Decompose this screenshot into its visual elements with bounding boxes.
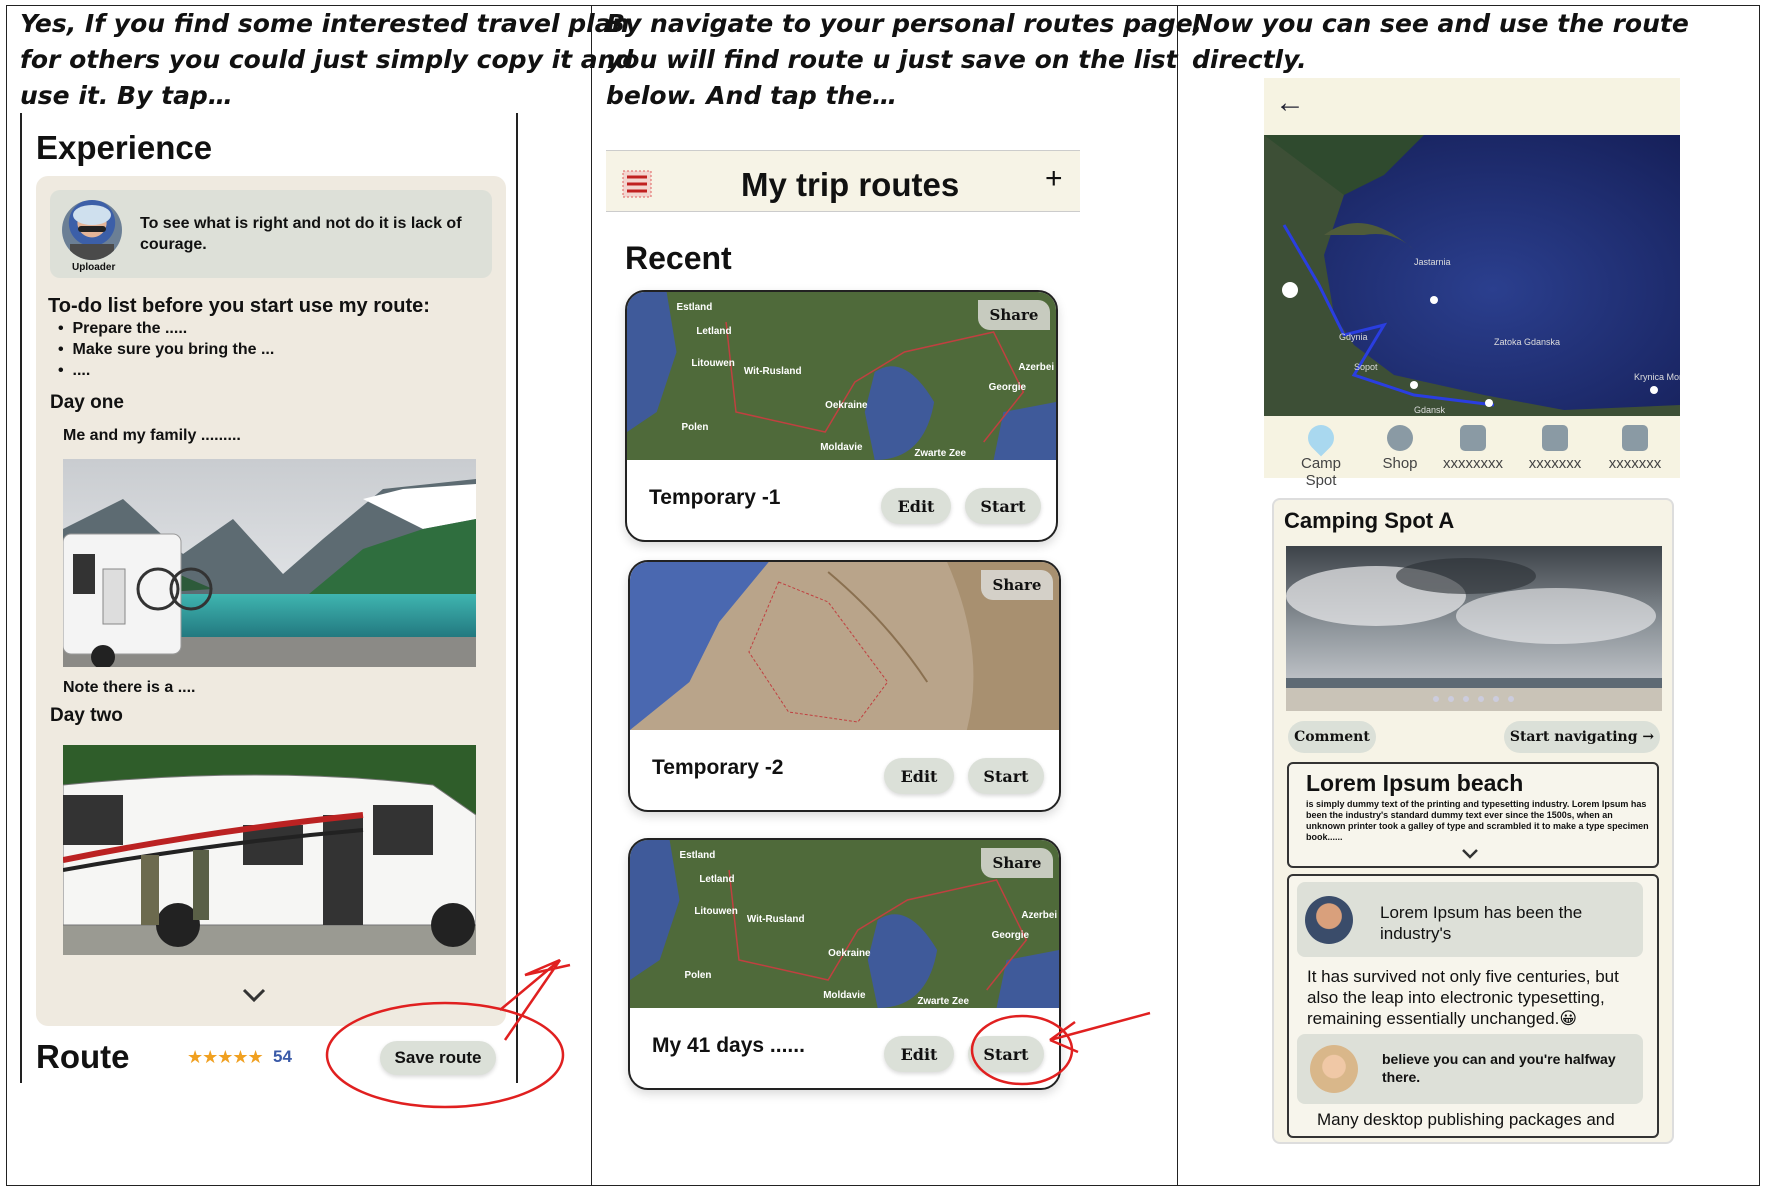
share-button[interactable]: Share [981, 570, 1053, 600]
quote-text: To see what is right and not do it is la… [140, 215, 462, 253]
svg-text:Zatoka Gdanska: Zatoka Gdanska [1494, 337, 1560, 347]
rv-photo [63, 745, 476, 955]
svg-text:Polen: Polen [681, 422, 708, 433]
todo-item: • Make sure you bring the ... [58, 341, 275, 358]
svg-text:Krynica Morska: Krynica Morska [1634, 372, 1680, 382]
comment-text: Many desktop publishing packages and [1317, 1110, 1615, 1129]
svg-text:Zwarte Zee: Zwarte Zee [914, 448, 966, 459]
svg-text:Azerbei: Azerbei [1021, 910, 1057, 921]
start-button[interactable]: Start [965, 488, 1041, 524]
svg-text:Polen: Polen [684, 970, 711, 981]
todo-item: • Prepare the ..... [58, 320, 188, 337]
day-one-text: Me and my family ......... [63, 427, 241, 444]
comment-body: It has survived not only five centuries,… [1307, 967, 1619, 1028]
commenter-avatar[interactable] [1305, 896, 1353, 944]
poi-tab[interactable]: xxxxxxxx [1436, 425, 1510, 472]
beach-photo[interactable] [1286, 546, 1662, 711]
svg-text:Sopot: Sopot [1354, 362, 1378, 372]
svg-text:Jastarnia: Jastarnia [1414, 257, 1451, 267]
comment-text: Lorem Ipsum has been the industry's [1380, 903, 1583, 943]
svg-text:Wit-Rusland: Wit-Rusland [744, 366, 802, 377]
svg-text:Moldavie: Moldavie [820, 442, 863, 453]
shop-icon [1387, 425, 1413, 451]
category-icon [1622, 425, 1648, 451]
svg-text:Azerbei: Azerbei [1018, 362, 1054, 373]
beach-title: Lorem Ipsum beach [1306, 770, 1524, 796]
page-title: My trip routes [741, 166, 960, 203]
rating-stars: ★★★★★ [187, 1047, 264, 1067]
svg-text:Gdansk: Gdansk [1414, 405, 1446, 415]
todo-heading: To-do list before you start use my route… [48, 295, 430, 317]
route-map[interactable]: Jastarnia Gdynia Sopot Gdansk Zatoka Gdanska… [1264, 135, 1680, 416]
poi-tab-camp-spot[interactable]: Camp Spot [1286, 419, 1356, 489]
share-button[interactable]: Share [978, 300, 1050, 330]
svg-text:Georgie: Georgie [989, 382, 1027, 393]
back-arrow-icon[interactable]: ← [1275, 86, 1305, 120]
rating-count: 54 [273, 1047, 292, 1066]
route-name: Temporary -2 [652, 756, 784, 779]
poi-tab-shop[interactable]: Shop [1365, 425, 1435, 472]
svg-text:Zwarte Zee: Zwarte Zee [917, 996, 969, 1007]
uploader-label: Uploader [72, 262, 116, 273]
category-icon [1542, 425, 1568, 451]
svg-text:Oekraine: Oekraine [828, 948, 871, 959]
start-button[interactable]: Start [968, 1036, 1044, 1072]
camper-lake-photo [63, 459, 476, 667]
edit-button[interactable]: Edit [884, 758, 954, 794]
route-label: Route [36, 1038, 130, 1075]
note-text: Note there is a .... [63, 679, 196, 696]
start-button[interactable]: Start [968, 758, 1044, 794]
svg-text:Litouwen: Litouwen [694, 906, 737, 917]
caption-col3: Now you can see and use the route direct… [1192, 9, 1689, 74]
comment-button[interactable]: Comment [1288, 721, 1376, 753]
svg-text:Letland: Letland [696, 326, 731, 337]
svg-text:Litouwen: Litouwen [691, 358, 734, 369]
svg-text:Georgie: Georgie [992, 930, 1030, 941]
todo-item: • .... [58, 362, 91, 379]
menu-icon[interactable] [622, 170, 652, 198]
beach-description: is simply dummy text of the printing and… [1306, 799, 1649, 842]
route-name: My 41 days ...... [652, 1034, 805, 1057]
route-name: Temporary -1 [649, 486, 781, 509]
poi-tab[interactable]: xxxxxxx [1520, 425, 1590, 472]
save-route-button[interactable]: Save route [380, 1041, 496, 1075]
map-pin-icon [1302, 419, 1340, 457]
svg-text:Moldavie: Moldavie [823, 990, 866, 1001]
poi-tab[interactable]: xxxxxxx [1600, 425, 1670, 472]
svg-text:Gdynia: Gdynia [1339, 332, 1368, 342]
day-one-heading: Day one [50, 392, 124, 413]
route-card[interactable]: Share Temporary -2 Edit Start [628, 560, 1061, 812]
svg-text:Wit-Rusland: Wit-Rusland [747, 914, 805, 925]
edit-button[interactable]: Edit [881, 488, 951, 524]
start-navigating-button[interactable]: Start navigating → [1504, 721, 1660, 753]
edit-button[interactable]: Edit [884, 1036, 954, 1072]
uploader-avatar[interactable] [62, 200, 122, 260]
commenter-avatar[interactable] [1310, 1045, 1358, 1093]
section-heading: Recent [625, 240, 732, 276]
expand-chevron-icon[interactable] [241, 987, 267, 1003]
day-two-heading: Day two [50, 705, 123, 726]
route-card[interactable]: Estland Letland Litouwen Wit-Rusland Oekrain… [625, 290, 1058, 542]
svg-text:Estland: Estland [680, 850, 716, 861]
add-route-icon[interactable]: + [1045, 162, 1063, 196]
route-card[interactable]: Estland Letland Litouwen Wit-Rusland Oekrain… [628, 838, 1061, 1090]
svg-text:Letland: Letland [699, 874, 734, 885]
share-button[interactable]: Share [981, 848, 1053, 878]
caption-col2: By navigate to your personal routes page… [606, 9, 1203, 110]
svg-text:Estland: Estland [677, 302, 713, 313]
comment-text: believe you can and you're halfway there… [1382, 1051, 1616, 1085]
svg-text:Oekraine: Oekraine [825, 400, 868, 411]
page-title: Experience [36, 129, 213, 166]
expand-chevron-icon[interactable] [1461, 848, 1479, 860]
category-icon [1460, 425, 1486, 451]
spot-title: Camping Spot A [1284, 508, 1455, 533]
caption-col1: Yes, If you find some interested travel … [20, 9, 634, 110]
